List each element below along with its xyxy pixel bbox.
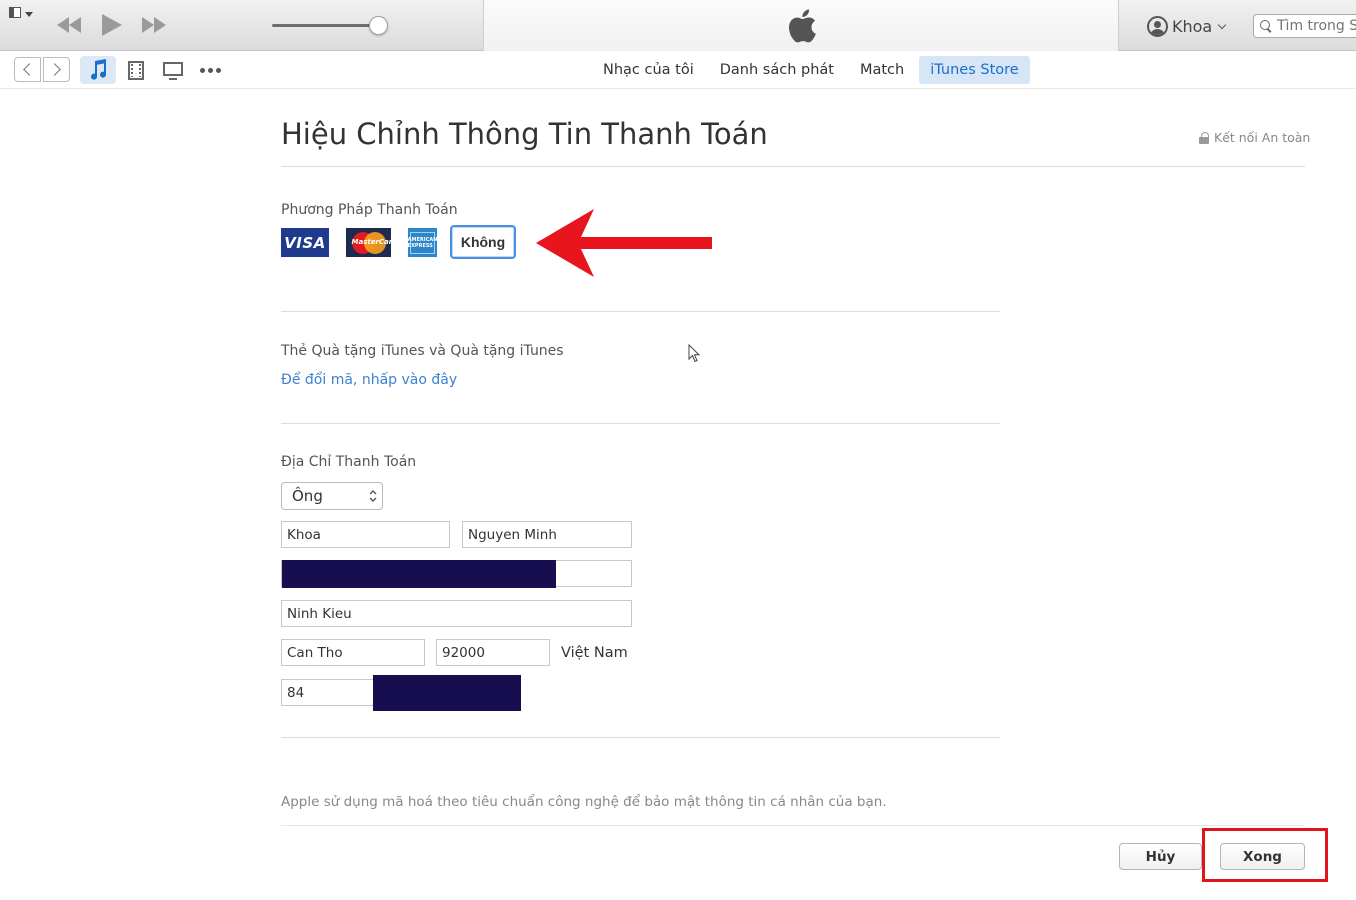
tab-my-music[interactable]: Nhạc của tôi bbox=[592, 56, 705, 84]
phone-area-code-field[interactable] bbox=[281, 679, 374, 706]
search-icon bbox=[1260, 20, 1272, 32]
title-bar: Khoa bbox=[0, 0, 1356, 51]
more-button[interactable] bbox=[192, 56, 228, 84]
divider bbox=[281, 737, 1000, 738]
salutation-value: Ông bbox=[292, 487, 323, 505]
annotation-arrow-icon bbox=[536, 209, 712, 277]
account-name: Khoa bbox=[1172, 16, 1213, 36]
tab-playlists[interactable]: Danh sách phát bbox=[709, 56, 845, 84]
search-input[interactable] bbox=[1277, 18, 1356, 34]
account-menu[interactable]: Khoa bbox=[1147, 14, 1227, 38]
amex-card-option[interactable]: AMERICAN EXPRESS bbox=[408, 228, 437, 257]
media-music-button[interactable] bbox=[80, 56, 116, 84]
volume-knob[interactable] bbox=[369, 16, 388, 35]
mastercard-option[interactable]: MasterCard bbox=[346, 228, 397, 257]
mastercard-logo-icon: MasterCard bbox=[351, 231, 397, 254]
secure-connection: Kết nối An toàn bbox=[1199, 130, 1310, 145]
user-icon bbox=[1147, 15, 1168, 37]
tab-match[interactable]: Match bbox=[849, 56, 915, 84]
cancel-button[interactable]: Hủy bbox=[1119, 843, 1202, 870]
gift-card-label: Thẻ Quà tặng iTunes và Quà tặng iTunes bbox=[281, 343, 564, 359]
forward-button[interactable] bbox=[43, 57, 70, 82]
chevron-left-icon bbox=[23, 63, 36, 76]
nav-bar: Nhạc của tôi Danh sách phát Match iTunes… bbox=[0, 51, 1356, 89]
privacy-note: Apple sử dụng mã hoá theo tiêu chuẩn côn… bbox=[281, 794, 887, 810]
visa-card-option[interactable]: VISA bbox=[281, 228, 329, 257]
window-menu-icon[interactable] bbox=[9, 7, 35, 21]
fast-forward-icon[interactable] bbox=[139, 13, 169, 37]
page-title: Hiệu Chỉnh Thông Tin Thanh Toán bbox=[281, 117, 768, 151]
city-field[interactable] bbox=[281, 639, 425, 666]
redaction-block bbox=[282, 560, 556, 588]
chevron-right-icon bbox=[48, 63, 61, 76]
amex-logo-icon: AMERICAN EXPRESS bbox=[408, 231, 437, 254]
music-note-icon bbox=[91, 59, 107, 80]
tv-icon bbox=[163, 61, 183, 80]
play-icon[interactable] bbox=[98, 13, 126, 37]
volume-slider[interactable] bbox=[272, 16, 390, 36]
redeem-link[interactable]: Để đổi mã, nhấp vào đây bbox=[281, 372, 457, 388]
divider bbox=[281, 311, 1000, 312]
up-down-arrows-icon bbox=[369, 490, 377, 502]
divider bbox=[281, 825, 1305, 826]
film-icon bbox=[128, 60, 144, 80]
no-payment-option[interactable]: Không bbox=[450, 225, 516, 259]
chevron-down-icon bbox=[1217, 20, 1227, 29]
last-name-field[interactable] bbox=[462, 521, 632, 548]
salutation-select[interactable]: Ông bbox=[281, 482, 383, 510]
more-dots-icon bbox=[199, 67, 221, 73]
divider bbox=[281, 423, 1000, 424]
annotation-highlight-box bbox=[1202, 828, 1328, 882]
redaction-block bbox=[373, 675, 521, 711]
rewind-icon[interactable] bbox=[54, 13, 84, 37]
back-button[interactable] bbox=[14, 57, 41, 82]
player-controls bbox=[0, 0, 483, 51]
media-movies-button[interactable] bbox=[118, 56, 154, 84]
street-address-2-field[interactable] bbox=[281, 600, 632, 627]
media-tv-button[interactable] bbox=[155, 56, 191, 84]
lock-icon bbox=[1199, 131, 1209, 144]
divider bbox=[281, 166, 1305, 167]
mouse-cursor-icon bbox=[688, 344, 701, 363]
search-box[interactable] bbox=[1253, 14, 1356, 38]
first-name-field[interactable] bbox=[281, 521, 450, 548]
postal-code-field[interactable] bbox=[436, 639, 550, 666]
payment-method-label: Phương Pháp Thanh Toán bbox=[281, 202, 458, 218]
library-tabs: Nhạc của tôi Danh sách phát Match iTunes… bbox=[592, 56, 1030, 84]
country-label: Việt Nam bbox=[561, 645, 628, 661]
tab-itunes-store[interactable]: iTunes Store bbox=[919, 56, 1030, 84]
apple-logo-icon bbox=[789, 9, 816, 43]
secure-label: Kết nối An toàn bbox=[1214, 130, 1311, 145]
billing-address-label: Địa Chỉ Thanh Toán bbox=[281, 454, 417, 470]
